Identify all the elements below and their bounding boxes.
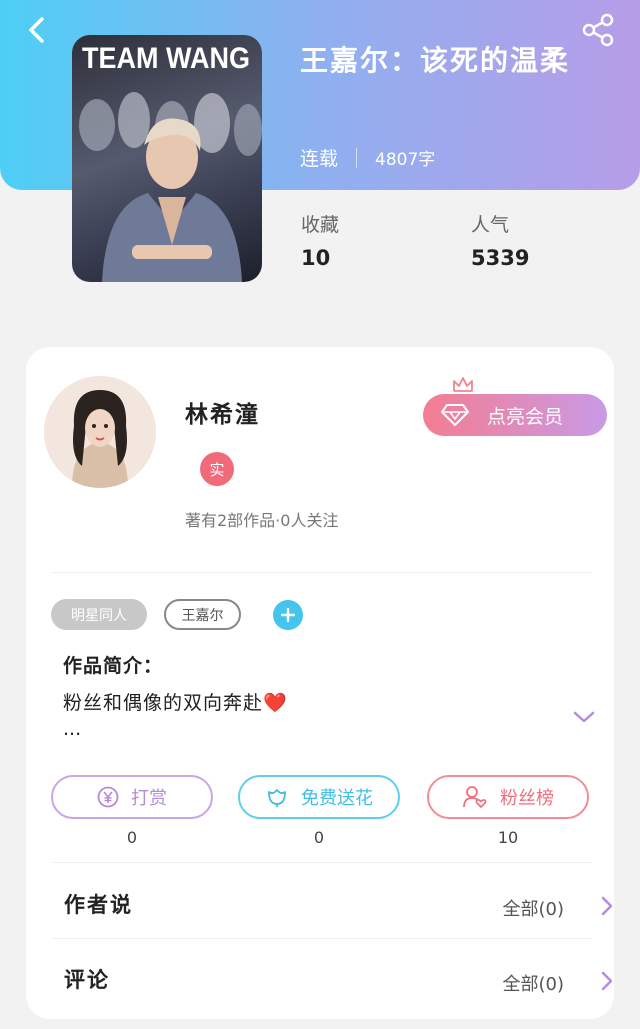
diamond-icon [441,404,469,426]
reward-label: 打赏 [131,788,167,809]
plus-icon [281,608,295,622]
intro-title: 作品简介： [63,655,164,677]
status-divider [356,147,358,168]
divider [52,572,592,573]
real-name-badge: 实 [200,452,234,486]
comments-count: 全部(0) [502,974,565,995]
fans-ranking-label: 粉丝榜 [500,788,554,809]
tag-person[interactable]: 王嘉尔 [164,599,241,630]
avatar-illustration [44,376,156,488]
send-flower-button[interactable]: 免费送花 [238,775,400,819]
flower-count: 0 [313,828,325,847]
book-title: 王嘉尔：该死的温柔 [300,44,571,77]
yen-coin-icon [97,786,119,808]
serial-status: 连载 [300,148,339,170]
add-tag-button[interactable] [273,600,303,630]
flower-icon [268,789,286,807]
author-notes-row[interactable]: 作者说 全部(0) [26,875,614,935]
vip-button[interactable]: 点亮会员 [423,394,607,436]
fans-ranking-button[interactable]: 粉丝榜 [427,775,589,819]
comments-title: 评论 [64,968,110,992]
intro-text: 粉丝和偶像的双向奔赴❤️ [63,692,288,714]
book-status-line: 连载 4807字 [300,144,435,171]
stat-value-popularity: 5339 [471,246,530,270]
book-cover[interactable]: TEAM WANG [72,35,262,282]
fans-count: 10 [497,828,519,847]
author-name[interactable]: 林希潼 [185,395,260,429]
tag-category[interactable]: 明星同人 [51,599,147,630]
divider [52,862,592,863]
chevron-right-icon [601,971,613,991]
chevron-right-icon [601,896,613,916]
reward-button[interactable]: 打赏 [51,775,213,819]
user-heart-icon [463,786,487,808]
vip-button-label: 点亮会员 [487,405,564,428]
stat-value-favorites: 10 [301,246,331,270]
stat-label-popularity: 人气 [471,214,510,236]
author-notes-count: 全部(0) [502,899,565,920]
crown-icon [453,377,473,392]
comments-row[interactable]: 评论 全部(0) [26,950,614,1010]
word-count: 4807字 [375,150,436,170]
reward-count: 0 [126,828,138,847]
chevron-down-icon[interactable] [572,707,596,727]
back-button[interactable] [22,14,54,46]
stat-label-favorites: 收藏 [301,214,340,236]
back-arrow-icon [29,17,44,43]
author-meta: 著有2部作品·0人关注 [185,511,339,530]
author-avatar[interactable] [44,376,156,488]
intro-ellipsis: ... [63,718,82,740]
send-flower-label: 免费送花 [301,788,373,809]
divider [52,938,592,939]
cover-text: TEAM WANG [82,41,250,75]
cover-person-graphic [102,118,242,282]
author-notes-title: 作者说 [64,893,133,917]
